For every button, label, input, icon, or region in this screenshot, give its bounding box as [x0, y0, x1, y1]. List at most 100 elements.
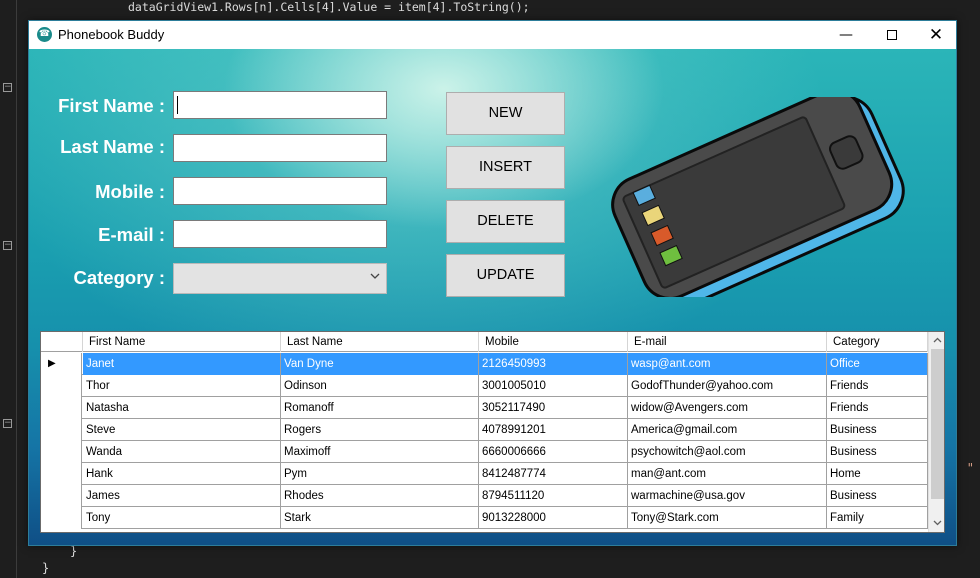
- mobile-label: Mobile :: [95, 181, 165, 202]
- phonebook-window: ☎ Phonebook Buddy — ✕ First Name : Last …: [28, 20, 957, 546]
- row-header[interactable]: [41, 397, 82, 419]
- code-brace: }: [42, 561, 50, 575]
- table-cell[interactable]: 6660006666: [479, 441, 628, 463]
- row-header[interactable]: [41, 485, 82, 507]
- title-bar[interactable]: ☎ Phonebook Buddy — ✕: [29, 21, 956, 49]
- new-button[interactable]: NEW: [446, 92, 565, 135]
- table-cell[interactable]: 8412487774: [479, 463, 628, 485]
- table-cell[interactable]: Business: [827, 485, 928, 507]
- close-button[interactable]: ✕: [913, 21, 959, 49]
- table-cell[interactable]: America@gmail.com: [628, 419, 827, 441]
- table-row[interactable]: Tony Stark 9013228000 Tony@Stark.com Family: [41, 507, 928, 529]
- table-cell[interactable]: Van Dyne: [281, 353, 479, 375]
- collapse-icon[interactable]: −: [3, 83, 12, 92]
- chevron-down-icon: [370, 270, 380, 283]
- table-cell[interactable]: man@ant.com: [628, 463, 827, 485]
- table-cell[interactable]: Pym: [281, 463, 479, 485]
- table-row[interactable]: Hank Pym 8412487774 man@ant.com Home: [41, 463, 928, 485]
- last-name-label: Last Name :: [60, 136, 165, 157]
- table-row[interactable]: Natasha Romanoff 3052117490 widow@Avengers.…: [41, 397, 928, 419]
- header-corner: [41, 332, 83, 352]
- table-cell[interactable]: wasp@ant.com: [628, 353, 827, 375]
- table-cell[interactable]: widow@Avengers.com: [628, 397, 827, 419]
- last-name-input[interactable]: [173, 134, 387, 162]
- form-client-area: First Name : Last Name : Mobile : E-mail…: [29, 49, 956, 545]
- contacts-grid[interactable]: First Name Last Name Mobile E-mail Categ…: [40, 331, 945, 533]
- table-cell[interactable]: Home: [827, 463, 928, 485]
- table-row[interactable]: ▶ Janet Van Dyne 2126450993 wasp@ant.com Offi…: [41, 353, 928, 375]
- mobile-input[interactable]: [173, 177, 387, 205]
- table-cell[interactable]: Business: [827, 419, 928, 441]
- table-cell[interactable]: psychowitch@aol.com: [628, 441, 827, 463]
- grid-body: First Name Last Name Mobile E-mail Categ…: [41, 332, 928, 532]
- category-select[interactable]: [173, 263, 387, 294]
- insert-button[interactable]: INSERT: [446, 146, 565, 189]
- column-header-category[interactable]: Category: [827, 332, 928, 352]
- table-cell[interactable]: 8794511120: [479, 485, 628, 507]
- table-cell[interactable]: Natasha: [83, 397, 281, 419]
- phone-app-icon: ☎: [37, 27, 52, 42]
- collapse-icon[interactable]: −: [3, 419, 12, 428]
- table-cell[interactable]: GodofThunder@yahoo.com: [628, 375, 827, 397]
- scroll-thumb[interactable]: [931, 349, 944, 499]
- grid-header: First Name Last Name Mobile E-mail Categ…: [41, 332, 928, 352]
- table-cell[interactable]: 9013228000: [479, 507, 628, 529]
- code-line: dataGridView1.Rows[n].Cells[4].Value = i…: [128, 0, 530, 14]
- table-cell[interactable]: Wanda: [83, 441, 281, 463]
- scroll-down-icon[interactable]: [929, 515, 944, 532]
- table-row[interactable]: Steve Rogers 4078991201 America@gmail.com Bu…: [41, 419, 928, 441]
- row-header[interactable]: ▶: [41, 353, 82, 375]
- column-header-mobile[interactable]: Mobile: [479, 332, 628, 352]
- email-input[interactable]: [173, 220, 387, 248]
- row-header[interactable]: [41, 463, 82, 485]
- collapse-icon[interactable]: −: [3, 241, 12, 250]
- window-title: Phonebook Buddy: [58, 27, 165, 42]
- table-cell[interactable]: 3052117490: [479, 397, 628, 419]
- code-fragment: ": [966, 461, 974, 475]
- table-cell[interactable]: Thor: [83, 375, 281, 397]
- delete-button[interactable]: DELETE: [446, 200, 565, 243]
- table-cell[interactable]: Steve: [83, 419, 281, 441]
- row-header[interactable]: [41, 419, 82, 441]
- row-header[interactable]: [41, 507, 82, 529]
- table-cell[interactable]: 3001005010: [479, 375, 628, 397]
- table-cell[interactable]: Family: [827, 507, 928, 529]
- table-cell[interactable]: Rogers: [281, 419, 479, 441]
- minimize-button[interactable]: —: [823, 21, 869, 49]
- table-row[interactable]: Wanda Maximoff 6660006666 psychowitch@aol.c…: [41, 441, 928, 463]
- table-cell[interactable]: Office: [827, 353, 928, 375]
- column-header-first-name[interactable]: First Name: [83, 332, 281, 352]
- table-cell[interactable]: Janet: [83, 353, 281, 375]
- table-cell[interactable]: Maximoff: [281, 441, 479, 463]
- table-cell[interactable]: Friends: [827, 375, 928, 397]
- maximize-button[interactable]: [869, 21, 915, 49]
- email-label: E-mail :: [98, 224, 165, 245]
- table-cell[interactable]: Rhodes: [281, 485, 479, 507]
- vertical-scrollbar[interactable]: [928, 332, 944, 532]
- update-button[interactable]: UPDATE: [446, 254, 565, 297]
- table-row[interactable]: James Rhodes 8794511120 warmachine@usa.gov B…: [41, 485, 928, 507]
- column-header-last-name[interactable]: Last Name: [281, 332, 479, 352]
- table-cell[interactable]: Hank: [83, 463, 281, 485]
- maximize-icon: [887, 30, 897, 40]
- first-name-input[interactable]: [173, 91, 387, 119]
- table-cell[interactable]: Business: [827, 441, 928, 463]
- row-header[interactable]: [41, 375, 82, 397]
- category-label: Category :: [73, 267, 166, 288]
- table-cell[interactable]: Tony@Stark.com: [628, 507, 827, 529]
- table-row[interactable]: Thor Odinson 3001005010 GodofThunder@yahoo.…: [41, 375, 928, 397]
- column-header-email[interactable]: E-mail: [628, 332, 827, 352]
- scroll-up-icon[interactable]: [929, 332, 944, 349]
- table-cell[interactable]: James: [83, 485, 281, 507]
- table-cell[interactable]: Odinson: [281, 375, 479, 397]
- table-cell[interactable]: 2126450993: [479, 353, 628, 375]
- table-cell[interactable]: Stark: [281, 507, 479, 529]
- table-cell[interactable]: Friends: [827, 397, 928, 419]
- table-cell[interactable]: warmachine@usa.gov: [628, 485, 827, 507]
- row-header[interactable]: [41, 441, 82, 463]
- gutter-divider: [16, 0, 17, 578]
- table-cell[interactable]: 4078991201: [479, 419, 628, 441]
- table-cell[interactable]: Romanoff: [281, 397, 479, 419]
- table-cell[interactable]: Tony: [83, 507, 281, 529]
- code-brace: }: [70, 544, 78, 558]
